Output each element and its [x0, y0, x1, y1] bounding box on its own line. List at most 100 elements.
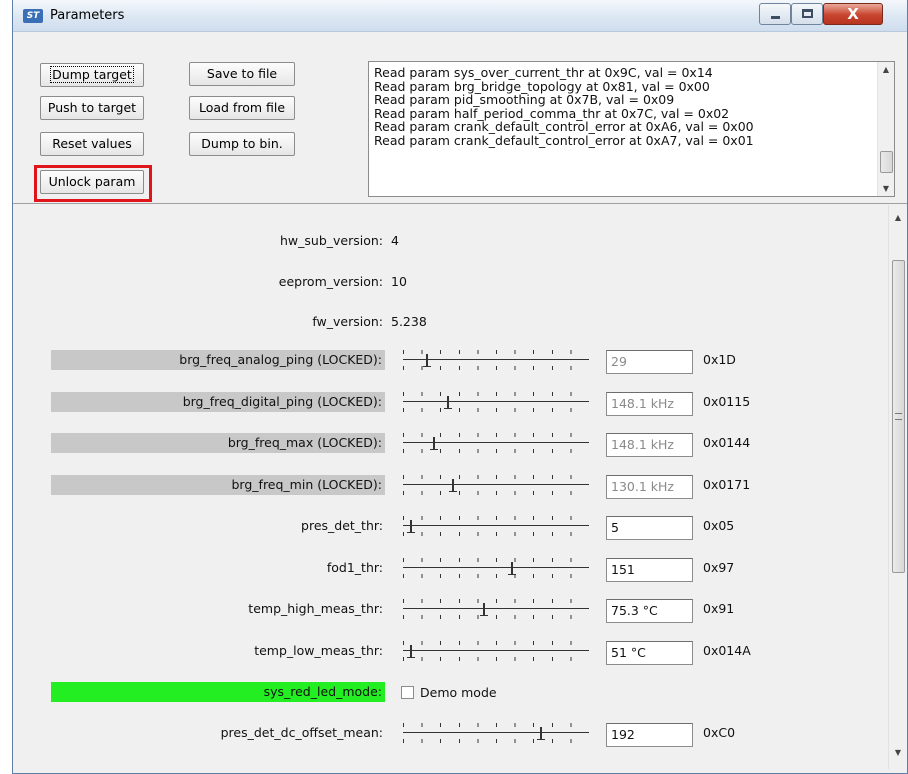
param-value-input[interactable]: 5 [606, 516, 693, 540]
slider-ticks-bottom [403, 532, 589, 536]
maximize-button[interactable] [791, 3, 823, 25]
log-line: Read param brg_bridge_topology at 0x81, … [374, 78, 710, 94]
param-slider[interactable] [401, 597, 591, 623]
slider-ticks-top [403, 599, 589, 603]
param-value-input[interactable]: 75.3 °C [606, 599, 693, 623]
eeprom-version-label: eeprom_version: [278, 274, 383, 289]
param-value-input[interactable]: 51 °C [606, 640, 693, 665]
param-slider[interactable] [401, 431, 591, 457]
parameters-scroll-thumb[interactable] [892, 260, 905, 573]
log-line: Read param crank_default_control_error a… [374, 132, 754, 148]
eeprom-version-value: 10 [391, 274, 407, 289]
slider-track [403, 649, 589, 651]
info-row-eeprom-version: eeprom_version: 10 [13, 269, 863, 295]
dump-to-bin-button[interactable]: Dump to bin. [189, 132, 295, 156]
slider-knob[interactable] [406, 644, 415, 659]
slider-ticks-bottom [403, 407, 589, 412]
log-textbox[interactable]: Read param sys_over_current_thr at 0x9C,… [368, 61, 895, 197]
param-value-input[interactable]: 148.1 kHz [606, 391, 693, 416]
slider-knob[interactable] [536, 727, 545, 741]
param-slider[interactable] [401, 348, 591, 374]
hw-sub-version-value: 4 [391, 233, 399, 248]
log-scrollbar[interactable]: ▲ ▼ [877, 62, 894, 196]
param-label: temp_high_meas_thr: [248, 601, 383, 616]
param-hex-value: 0x1D [703, 352, 736, 367]
param-slider[interactable] [401, 639, 591, 665]
slider-ticks-bottom [403, 739, 589, 743]
scroll-up-arrow-icon[interactable]: ▲ [889, 213, 907, 222]
title-bar[interactable]: ST Parameters X [13, 0, 907, 32]
close-button[interactable]: X [823, 3, 883, 25]
save-to-file-button[interactable]: Save to file [189, 62, 295, 86]
slider-track [403, 400, 589, 402]
slider-ticks-bottom [403, 490, 589, 495]
demo-mode-label: Demo mode [420, 685, 497, 700]
slider-knob[interactable] [443, 395, 452, 410]
log-scroll-thumb[interactable] [880, 151, 893, 173]
parameters-window: ST Parameters X Dump target Push to targ… [12, 0, 908, 774]
maximize-icon [802, 9, 813, 18]
slider-track [403, 359, 589, 360]
scroll-down-arrow-icon[interactable]: ▼ [889, 748, 907, 757]
slider-ticks-top [403, 474, 589, 479]
slider-knob[interactable] [479, 603, 488, 617]
param-value-input[interactable]: 151 [606, 557, 693, 582]
app-logo-icon: ST [23, 9, 43, 23]
fw-version-label: fw_version: [312, 314, 383, 329]
param-hex-value: 0x0115 [703, 393, 751, 409]
slider-ticks-top [403, 640, 589, 645]
info-row-fw-version: fw_version: 5.238 [13, 309, 863, 335]
parameters-panel: hw_sub_version: 4 eeprom_version: 10 fw_… [13, 205, 907, 769]
push-to-target-button[interactable]: Push to target [40, 96, 144, 120]
slider-ticks-top [403, 557, 589, 562]
param-value-input[interactable]: 148.1 kHz [606, 433, 693, 457]
slider-ticks-top [403, 391, 589, 396]
slider-knob[interactable] [508, 561, 517, 576]
param-value-input[interactable]: 130.1 kHz [606, 474, 693, 499]
param-hex-value: 0x91 [703, 601, 735, 616]
slider-track [403, 608, 589, 609]
dump-target-button[interactable]: Dump target [40, 63, 144, 87]
demo-mode-checkbox[interactable] [401, 686, 414, 699]
param-row: temp_low_meas_thr: 51 °C 0x014A [13, 638, 863, 665]
pres-det-dc-offset-mean-slider[interactable] [401, 721, 591, 747]
param-slider[interactable] [401, 514, 591, 540]
param-row: brg_freq_max (LOCKED): 148.1 kHz 0x0144 [13, 430, 863, 457]
slider-knob[interactable] [406, 520, 415, 534]
window-title: Parameters [50, 8, 125, 23]
param-row: brg_freq_digital_ping (LOCKED): 148.1 kHz… [13, 389, 863, 416]
fw-version-value: 5.238 [391, 314, 427, 329]
param-value-input[interactable]: 29 [606, 350, 693, 374]
param-slider[interactable] [401, 390, 591, 416]
slider-knob[interactable] [422, 354, 431, 368]
param-row: pres_det_thr: 5 0x05 [13, 513, 863, 540]
param-label: brg_freq_max (LOCKED): [51, 433, 385, 453]
parameters-scrollbar[interactable]: ▲ ▼ [888, 205, 907, 769]
param-slider[interactable] [401, 473, 591, 499]
slider-knob[interactable] [429, 437, 438, 451]
minimize-button[interactable] [759, 3, 791, 25]
pres-det-dc-offset-mean-hex: 0xC0 [703, 725, 736, 740]
slider-ticks-top [403, 723, 589, 727]
param-row: temp_high_meas_thr: 75.3 °C 0x91 [13, 596, 863, 623]
unlock-param-highlight [34, 165, 152, 202]
reset-values-button[interactable]: Reset values [40, 132, 144, 156]
log-line: Read param sys_over_current_thr at 0x9C,… [374, 65, 713, 80]
info-row-hw-sub-version: hw_sub_version: 4 [13, 228, 863, 254]
load-from-file-button[interactable]: Load from file [189, 96, 295, 120]
slider-track [403, 566, 589, 568]
scroll-down-arrow-icon[interactable]: ▼ [878, 184, 894, 193]
slider-track [403, 525, 589, 526]
dump-target-label: Dump target [50, 66, 134, 83]
pres-det-dc-offset-mean-label: pres_det_dc_offset_mean: [220, 725, 383, 740]
log-line: Read param pid_smoothing at 0x7B, val = … [374, 92, 675, 107]
scroll-up-arrow-icon[interactable]: ▲ [878, 65, 894, 74]
log-line: Read param half_period_comma_thr at 0x7C… [374, 105, 730, 121]
param-slider[interactable] [401, 556, 591, 582]
pres-det-dc-offset-mean-input[interactable]: 192 [606, 723, 693, 747]
slider-knob[interactable] [449, 478, 458, 493]
param-hex-value: 0x0144 [703, 435, 751, 450]
param-row-pres-det-dc-offset-mean: pres_det_dc_offset_mean: 192 0xC0 [13, 720, 863, 747]
param-label: brg_freq_min (LOCKED): [51, 474, 385, 495]
log-lines: Read param sys_over_current_thr at 0x9C,… [374, 66, 864, 147]
